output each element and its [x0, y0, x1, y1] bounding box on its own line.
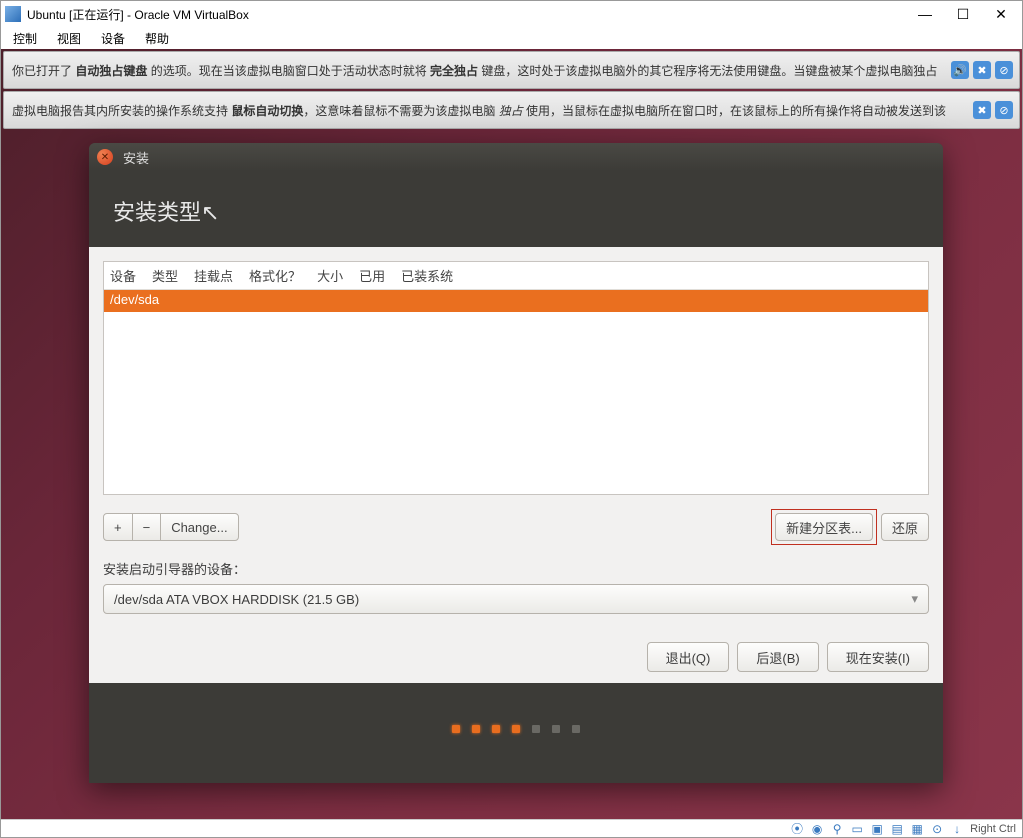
window-titlebar: Ubuntu [正在运行] - Oracle VM VirtualBox — ☐… [1, 1, 1022, 27]
notif-text: 你已打开了 自动独占键盘 的选项。现在当该虚拟电脑窗口处于活动状态时就将 完全独… [12, 62, 937, 79]
partition-table: 设备 类型 挂载点 格式化？ 大小 已用 已装系统 /dev/sda [103, 261, 929, 495]
sb-mouse-icon[interactable]: ⊙ [930, 822, 944, 836]
partition-toolbar: + − Change... 新建分区表... 还原 [103, 509, 929, 545]
partition-table-header: 设备 类型 挂载点 格式化？ 大小 已用 已装系统 [104, 262, 928, 290]
menubar: 控制 视图 设备 帮助 [1, 27, 1022, 49]
sb-usb-icon[interactable]: ⚲ [830, 822, 844, 836]
hostkey-label: Right Ctrl [970, 823, 1016, 835]
vbox-statusbar: ⦿ ◉ ⚲ ▭ ▣ ▤ ▦ ⊙ ↓ Right Ctrl [1, 819, 1022, 837]
col-format[interactable]: 格式化？ [249, 266, 301, 285]
dot [472, 725, 480, 733]
installer-titlebar: ✕ 安装 [89, 143, 943, 171]
col-used[interactable]: 已用 [359, 266, 385, 285]
sb-hdd-icon[interactable]: ⦿ [790, 822, 804, 836]
installer-title: 安装 [123, 148, 149, 167]
menu-view[interactable]: 视图 [49, 28, 89, 49]
highlight-annotation: 新建分区表... [771, 509, 877, 545]
notif-suppress-icon[interactable]: ⊘ [995, 101, 1013, 119]
mouse-cursor-icon: ↖ [201, 200, 219, 226]
install-now-button[interactable]: 现在安装(I) [827, 642, 929, 672]
notif-sound-icon[interactable]: 🔊 [951, 61, 969, 79]
sb-network-icon[interactable]: ▭ [850, 822, 864, 836]
dot [452, 725, 460, 733]
menu-control[interactable]: 控制 [5, 28, 45, 49]
notif-suppress-icon[interactable]: ⊘ [995, 61, 1013, 79]
remove-partition-button[interactable]: − [132, 513, 162, 541]
quit-button[interactable]: 退出(Q) [647, 642, 730, 672]
sb-display-icon[interactable]: ▤ [890, 822, 904, 836]
partition-table-empty[interactable] [104, 312, 928, 494]
bootloader-value: /dev/sda ATA VBOX HARDDISK (21.5 GB) [114, 592, 359, 607]
sb-video-icon[interactable]: ▦ [910, 822, 924, 836]
new-partition-table-button[interactable]: 新建分区表... [775, 513, 873, 541]
col-device[interactable]: 设备 [110, 266, 136, 285]
app-icon [5, 6, 21, 22]
maximize-button[interactable]: ☐ [954, 5, 972, 23]
notif-dismiss-icon[interactable]: ✖ [973, 101, 991, 119]
notif-dismiss-icon[interactable]: ✖ [973, 61, 991, 79]
restore-button[interactable]: 还原 [881, 513, 929, 541]
dot [532, 725, 540, 733]
nav-buttons: 退出(Q) 后退(B) 现在安装(I) [103, 642, 929, 672]
dot [512, 725, 520, 733]
col-system[interactable]: 已装系统 [401, 266, 453, 285]
change-partition-button[interactable]: Change... [160, 513, 238, 541]
close-button[interactable]: ✕ [992, 5, 1010, 23]
dot [572, 725, 580, 733]
menu-devices[interactable]: 设备 [93, 28, 133, 49]
col-type[interactable]: 类型 [152, 266, 178, 285]
col-mount[interactable]: 挂载点 [194, 266, 233, 285]
progress-dots [89, 683, 943, 733]
window-title: Ubuntu [正在运行] - Oracle VM VirtualBox [27, 6, 916, 23]
dot [552, 725, 560, 733]
minimize-button[interactable]: — [916, 5, 934, 23]
notif-text: 虚拟电脑报告其内所安装的操作系统支持 鼠标自动切换，这意味着鼠标不需要为该虚拟电… [12, 102, 946, 119]
notification-keyboard: 你已打开了 自动独占键盘 的选项。现在当该虚拟电脑窗口处于活动状态时就将 完全独… [3, 51, 1020, 89]
bootloader-select[interactable]: /dev/sda ATA VBOX HARDDISK (21.5 GB) ▾ [103, 584, 929, 614]
installer-close-button[interactable]: ✕ [97, 149, 113, 165]
installer-heading: 安装类型 [113, 200, 201, 225]
chevron-down-icon: ▾ [911, 591, 918, 607]
vm-display: 你已打开了 自动独占键盘 的选项。现在当该虚拟电脑窗口处于活动状态时就将 完全独… [1, 49, 1022, 819]
back-button[interactable]: 后退(B) [737, 642, 818, 672]
notification-mouse: 虚拟电脑报告其内所安装的操作系统支持 鼠标自动切换，这意味着鼠标不需要为该虚拟电… [3, 91, 1020, 129]
sb-keyboard-icon[interactable]: ↓ [950, 822, 964, 836]
window-controls: — ☐ ✕ [916, 5, 1010, 23]
add-partition-button[interactable]: + [103, 513, 133, 541]
table-row[interactable]: /dev/sda [104, 290, 928, 312]
installer-body: 设备 类型 挂载点 格式化？ 大小 已用 已装系统 /dev/sda [89, 247, 943, 683]
bootloader-label: 安装启动引导器的设备： [103, 559, 929, 578]
sb-shared-icon[interactable]: ▣ [870, 822, 884, 836]
menu-help[interactable]: 帮助 [137, 28, 177, 49]
partition-edit-group: + − Change... [103, 513, 239, 541]
sb-optical-icon[interactable]: ◉ [810, 822, 824, 836]
row-device: /dev/sda [110, 292, 159, 307]
col-size[interactable]: 大小 [317, 266, 343, 285]
installer-heading-area: 安装类型↖ [89, 171, 943, 247]
dot [492, 725, 500, 733]
installer-window: ✕ 安装 安装类型↖ 设备 类型 挂载点 格式化？ 大小 已用 已装系统 [89, 143, 943, 783]
virtualbox-window: Ubuntu [正在运行] - Oracle VM VirtualBox — ☐… [0, 0, 1023, 838]
